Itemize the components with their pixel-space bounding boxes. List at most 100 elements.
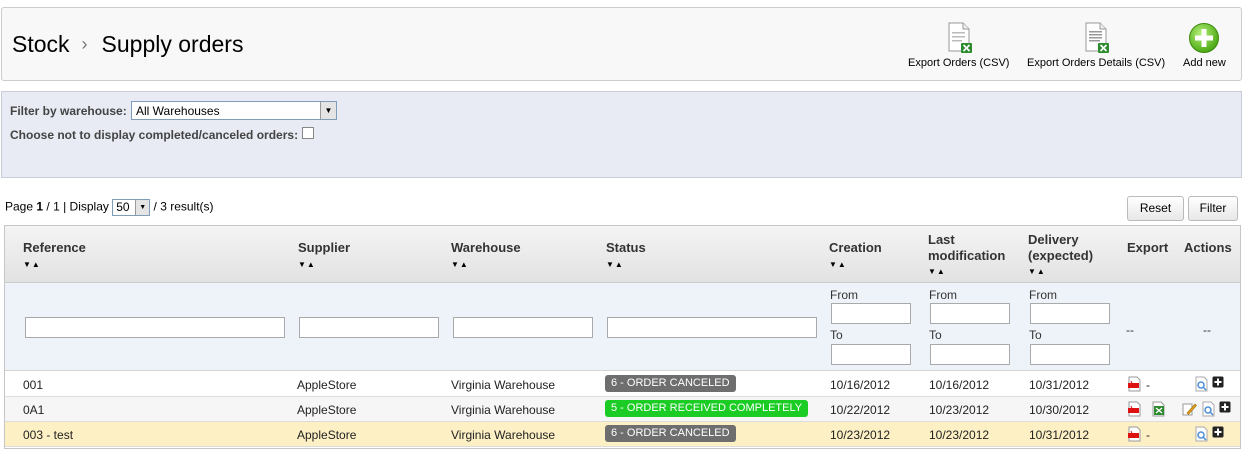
table-row[interactable]: 003 - test AppleStore Virginia Warehouse…	[5, 422, 1240, 447]
cell-reference: 003 - test	[23, 428, 74, 442]
status-filter-input[interactable]	[607, 317, 817, 338]
creation-from-input[interactable]	[831, 303, 911, 324]
delivery-to-input[interactable]	[1030, 344, 1110, 365]
excel-icon[interactable]	[1151, 401, 1166, 417]
export-dash: -	[1146, 428, 1150, 442]
cell-delivery: 10/30/2012	[1029, 403, 1090, 417]
display-count-value: 50	[116, 200, 130, 214]
plus-circle-icon	[1189, 23, 1220, 53]
page-title: Supply orders	[101, 31, 244, 57]
display-count-select[interactable]: 50 ▼	[112, 199, 151, 216]
cell-warehouse: Virginia Warehouse	[451, 428, 556, 442]
creation-to-input[interactable]	[831, 344, 911, 365]
column-delivery-line2: (expected)	[1028, 248, 1094, 263]
sort-arrows-icon[interactable]: ▼▲	[451, 260, 469, 269]
column-reference: Reference	[23, 240, 86, 255]
delivery-to-label: To	[1029, 328, 1042, 342]
cell-supplier: AppleStore	[297, 428, 357, 442]
sort-arrows-icon[interactable]: ▼▲	[23, 260, 41, 269]
chevron-down-icon: ▼	[320, 102, 336, 119]
export-details-label: Export Orders Details (CSV)	[1027, 57, 1166, 69]
table-header: Reference ▼▲ Supplier ▼▲ Warehouse ▼▲ St…	[5, 226, 1240, 283]
plus-square-icon[interactable]	[1219, 401, 1231, 413]
lastmod-to-input[interactable]	[930, 344, 1010, 365]
add-new-button[interactable]: Add new	[1183, 22, 1226, 69]
supplier-filter-input[interactable]	[299, 317, 439, 338]
plus-square-icon[interactable]	[1212, 426, 1224, 438]
sort-arrows-icon[interactable]: ▼▲	[1028, 267, 1046, 276]
table-row[interactable]: 001 AppleStore Virginia Warehouse 6 - OR…	[5, 372, 1240, 397]
column-delivery-line1: Delivery	[1028, 232, 1079, 247]
hide-completed-label: Choose not to display completed/canceled…	[10, 128, 299, 142]
column-status: Status	[606, 240, 646, 255]
cell-reference: 001	[23, 378, 44, 392]
breadcrumb-separator: ›	[81, 34, 88, 54]
status-badge: 6 - ORDER CANCELED	[605, 375, 736, 392]
cell-creation: 10/22/2012	[830, 403, 891, 417]
cell-last-modification: 10/23/2012	[929, 403, 990, 417]
plus-square-icon[interactable]	[1212, 376, 1224, 388]
lastmod-to-label: To	[929, 328, 942, 342]
pdf-icon[interactable]	[1127, 401, 1142, 417]
warehouse-filter-label: Filter by warehouse:	[10, 104, 127, 118]
delivery-from-input[interactable]	[1030, 303, 1110, 324]
page-word: Page	[5, 199, 34, 214]
filter-button[interactable]: Filter	[1188, 196, 1238, 221]
column-actions: Actions	[1184, 240, 1232, 255]
sort-arrows-icon[interactable]: ▼▲	[606, 260, 624, 269]
warehouse-select[interactable]: All Warehouses ▼	[131, 101, 337, 120]
edit-icon[interactable]	[1182, 401, 1197, 417]
csv-details-file-icon	[1085, 22, 1110, 53]
pdf-icon[interactable]	[1127, 426, 1142, 442]
column-last-modification: Last modification	[928, 232, 1005, 264]
table-row[interactable]: 0A1 AppleStore Virginia Warehouse 5 - OR…	[5, 397, 1240, 422]
cell-supplier: AppleStore	[297, 403, 357, 417]
export-orders-button[interactable]: Export Orders (CSV)	[908, 22, 1009, 69]
cell-supplier: AppleStore	[297, 378, 357, 392]
table-filter-row: From To From To From To -- --	[5, 283, 1240, 371]
pagination: Page 1 / 1 | Display 50 ▼ / 3 result(s)	[5, 199, 214, 216]
column-export: Export	[1127, 240, 1169, 255]
creation-from-label: From	[830, 288, 858, 302]
cell-last-modification: 10/16/2012	[929, 378, 990, 392]
hide-completed-checkbox[interactable]	[302, 127, 314, 139]
column-warehouse: Warehouse	[451, 240, 521, 255]
cell-creation: 10/16/2012	[830, 378, 891, 392]
column-supplier: Supplier	[298, 240, 351, 255]
warehouse-select-value: All Warehouses	[136, 104, 220, 118]
reset-button[interactable]: Reset	[1127, 196, 1184, 221]
reference-filter-input[interactable]	[25, 317, 285, 338]
export-dash: -	[1146, 378, 1150, 392]
cell-warehouse: Virginia Warehouse	[451, 403, 556, 417]
sort-arrows-icon[interactable]: ▼▲	[928, 267, 946, 276]
sort-arrows-icon[interactable]: ▼▲	[298, 260, 316, 269]
column-last-modification-line2: modification	[928, 248, 1006, 263]
export-orders-details-button[interactable]: Export Orders Details (CSV)	[1027, 22, 1165, 69]
supply-orders-table: Reference ▼▲ Supplier ▼▲ Warehouse ▼▲ St…	[4, 225, 1241, 449]
pdf-icon[interactable]	[1127, 376, 1142, 392]
view-details-icon[interactable]	[1194, 376, 1209, 392]
view-details-icon[interactable]	[1201, 401, 1216, 417]
column-creation: Creation	[829, 240, 882, 255]
cell-warehouse: Virginia Warehouse	[451, 378, 556, 392]
total-pages: / 1 | Display	[43, 199, 113, 214]
cell-delivery: 10/31/2012	[1029, 378, 1090, 392]
sort-arrows-icon[interactable]: ▼▲	[829, 260, 847, 269]
breadcrumb: Stock › Supply orders	[12, 31, 243, 58]
add-new-label: Add new	[1183, 57, 1226, 69]
creation-to-label: To	[830, 328, 843, 342]
view-details-icon[interactable]	[1194, 426, 1209, 442]
result-count: / 3 result(s)	[150, 199, 214, 214]
csv-file-icon	[948, 22, 972, 53]
delivery-from-label: From	[1029, 288, 1057, 302]
lastmod-from-input[interactable]	[930, 303, 1010, 324]
cell-last-modification: 10/23/2012	[929, 428, 990, 442]
column-last-modification-line1: Last	[928, 232, 955, 247]
warehouse-filter-input[interactable]	[453, 317, 593, 338]
lastmod-from-label: From	[929, 288, 957, 302]
export-filter-dash: --	[1126, 323, 1134, 337]
column-delivery: Delivery (expected)	[1028, 232, 1093, 264]
cell-delivery: 10/31/2012	[1029, 428, 1090, 442]
chevron-down-icon: ▼	[135, 200, 150, 215]
breadcrumb-stock[interactable]: Stock	[12, 31, 70, 57]
